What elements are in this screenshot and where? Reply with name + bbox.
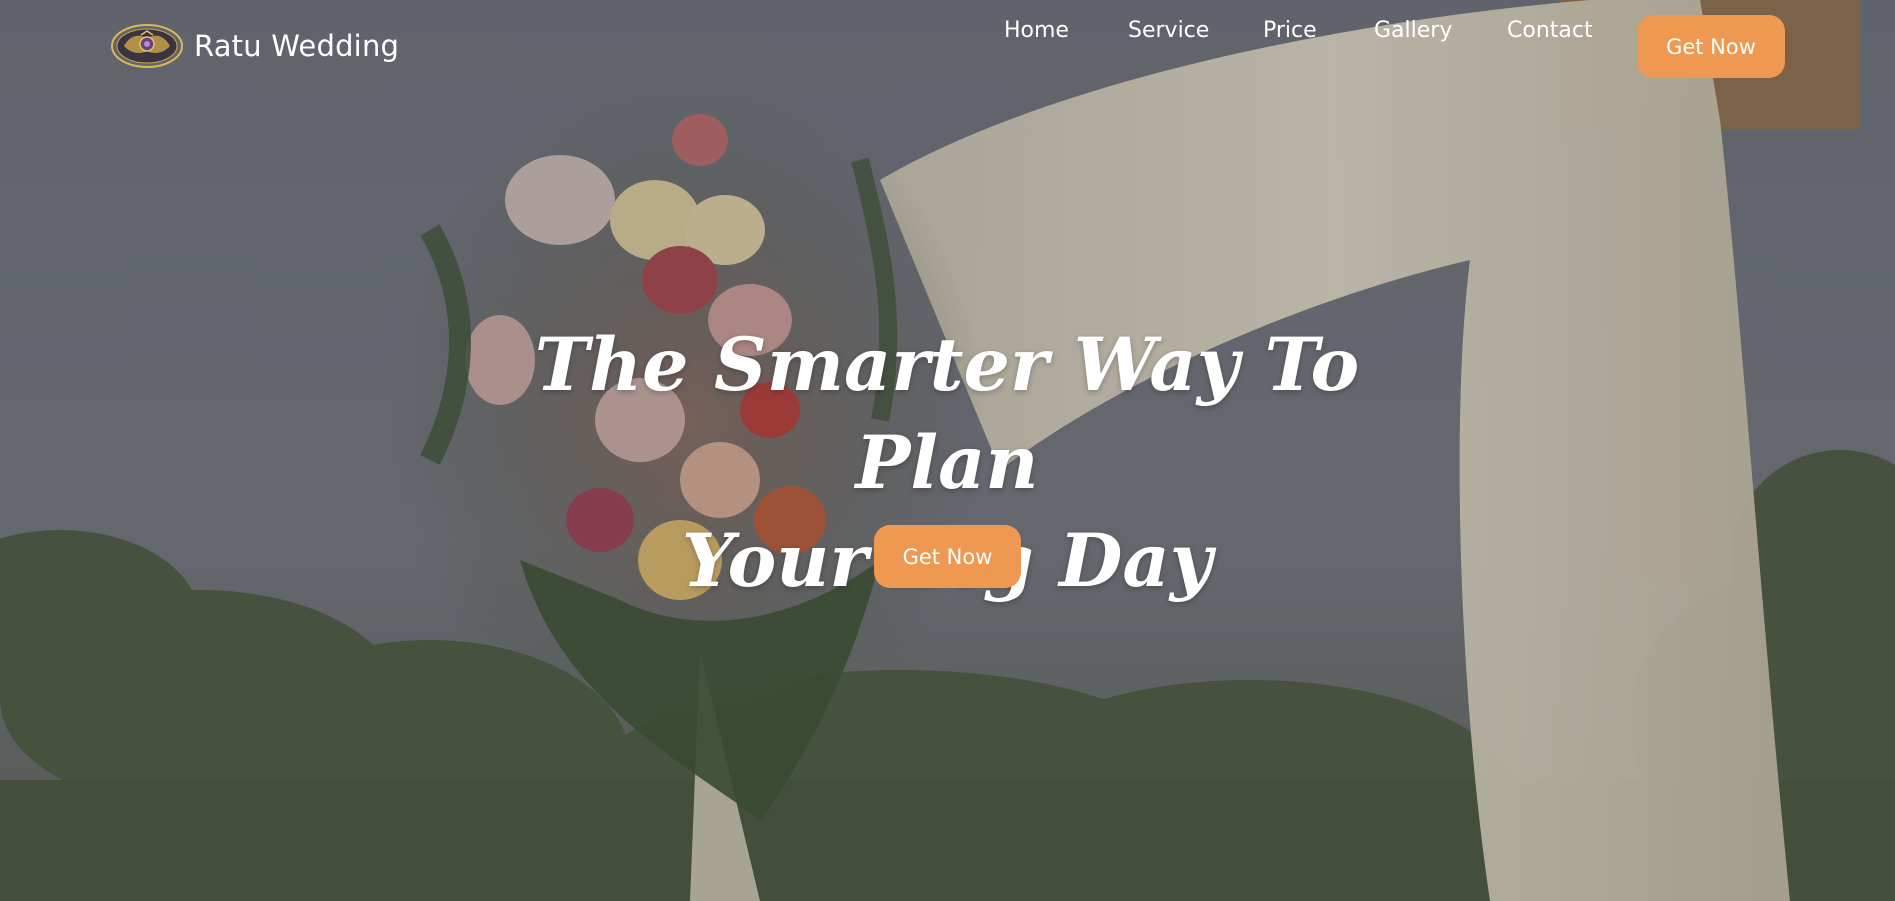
hero-get-now-button[interactable]: Get Now [874,525,1021,588]
nav-link-service[interactable]: Service [1128,18,1209,43]
top-navbar: Ratu Wedding Home Service Price Gallery … [0,0,1895,92]
nav-link-price[interactable]: Price [1263,18,1317,43]
crest-emblem-icon [110,23,184,69]
nav-link-home[interactable]: Home [1004,18,1069,43]
hero-section: Ratu Wedding Home Service Price Gallery … [0,0,1895,901]
nav-link-gallery[interactable]: Gallery [1374,18,1452,43]
brand[interactable]: Ratu Wedding [110,23,399,69]
nav-link-contact[interactable]: Contact [1507,18,1593,43]
brand-name: Ratu Wedding [194,29,400,63]
hero-title-line1: The Smarter Way To Plan [534,322,1360,506]
nav-get-now-button[interactable]: Get Now [1637,15,1785,78]
